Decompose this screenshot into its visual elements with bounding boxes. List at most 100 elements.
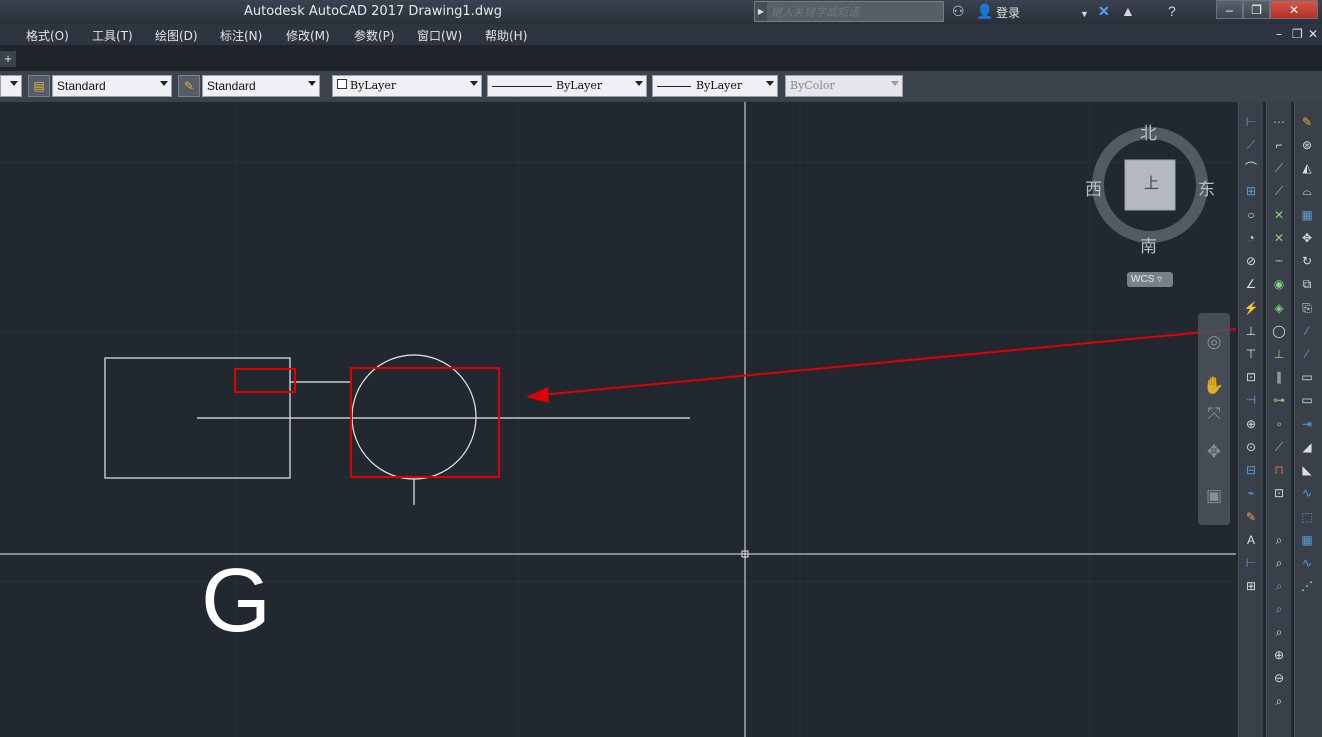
snap-perpendicular-icon[interactable]: ⊥: [1269, 344, 1289, 364]
minimize-button[interactable]: –: [1216, 0, 1243, 19]
zoom-dynamic-icon[interactable]: ⌕: [1269, 553, 1289, 573]
snap-nearest-icon[interactable]: ⟋: [1269, 437, 1289, 457]
new-tab-icon[interactable]: +: [0, 51, 16, 67]
zoom-object-icon[interactable]: ⌕: [1269, 622, 1289, 642]
menu-parametric[interactable]: 参数(P): [354, 27, 395, 44]
zoom-center-icon[interactable]: ⌕: [1269, 599, 1289, 619]
snap-intersection-icon[interactable]: ✕: [1269, 205, 1289, 225]
zoom-in-icon[interactable]: ⊕: [1269, 645, 1289, 665]
snap-parallel-icon[interactable]: ∥: [1269, 367, 1289, 387]
text-style-select[interactable]: Standard: [52, 75, 172, 97]
snap-apparent-icon[interactable]: ✕: [1269, 228, 1289, 248]
zoom-out-icon[interactable]: ⊖: [1269, 668, 1289, 688]
close-button[interactable]: ✕: [1270, 0, 1318, 19]
login-link[interactable]: 登录: [996, 4, 1020, 21]
scale-icon[interactable]: ⧉: [1297, 274, 1317, 294]
fillet-icon[interactable]: ◣: [1297, 460, 1317, 480]
zoom-all-icon[interactable]: ⌕: [1269, 691, 1289, 711]
snap-settings-icon[interactable]: ⊡: [1269, 483, 1289, 503]
lineweight-select[interactable]: ByLayer: [652, 75, 778, 97]
point-icon[interactable]: ⋰: [1297, 576, 1317, 596]
menu-window[interactable]: 窗口(W): [417, 27, 462, 44]
break-at-point-icon[interactable]: ▭: [1297, 367, 1317, 387]
radius-dim-icon[interactable]: ○: [1241, 205, 1261, 225]
dim-style-icon[interactable]: ✎: [178, 75, 200, 97]
zoom-window-icon[interactable]: ⌕: [1269, 530, 1289, 550]
break-icon[interactable]: ▭: [1297, 390, 1317, 410]
doc-minimize-icon[interactable]: –: [1276, 27, 1282, 41]
orbit-icon[interactable]: ✥: [1202, 441, 1226, 463]
menu-help[interactable]: 帮助(H): [485, 27, 527, 44]
zoom-extents-icon[interactable]: ⤧: [1202, 403, 1226, 425]
baseline-dim-icon[interactable]: ⊥: [1241, 321, 1261, 341]
linetype-select[interactable]: ByLayer: [487, 75, 647, 97]
showmotion-icon[interactable]: ▣: [1202, 485, 1226, 507]
snap-insert-icon[interactable]: ⊶: [1269, 390, 1289, 410]
wcs-menu[interactable]: WCS ▿: [1127, 272, 1173, 287]
binoculars-icon[interactable]: ⚇: [952, 3, 965, 20]
spline-edit-icon[interactable]: ∿: [1297, 553, 1317, 573]
menu-format[interactable]: 格式(O): [26, 27, 69, 44]
menu-tools[interactable]: 工具(T): [92, 27, 133, 44]
dim-text-edit-icon[interactable]: A: [1241, 530, 1261, 550]
user-icon[interactable]: 👤: [976, 3, 993, 20]
search-input[interactable]: [769, 3, 943, 21]
dim-edit-icon[interactable]: ✎: [1241, 507, 1261, 527]
offset-icon[interactable]: ⌓: [1297, 181, 1317, 201]
group-icon[interactable]: ▦: [1297, 530, 1317, 550]
exchange-icon[interactable]: ✕: [1098, 3, 1110, 20]
viewcube-north[interactable]: 北: [1140, 119, 1157, 144]
linear-dim-icon[interactable]: ⊢: [1241, 112, 1261, 132]
snap-quadrant-icon[interactable]: ◈: [1269, 298, 1289, 318]
tolerance-icon[interactable]: ⊕: [1241, 414, 1261, 434]
snap-endpoint-icon[interactable]: ⟋: [1269, 158, 1289, 178]
snap-tangent-icon[interactable]: ◯: [1269, 321, 1289, 341]
aligned-dim-icon[interactable]: ⟋: [1241, 135, 1261, 155]
viewcube-west[interactable]: 西: [1085, 175, 1102, 200]
dim-space-icon[interactable]: ⊡: [1241, 367, 1261, 387]
jogged-linear-icon[interactable]: ⌁: [1241, 483, 1261, 503]
diameter-dim-icon[interactable]: ⊘: [1241, 251, 1261, 271]
explode-icon[interactable]: ⬚: [1297, 507, 1317, 527]
viewcube-top-face[interactable]: 上: [1144, 172, 1159, 193]
move-icon[interactable]: ✥: [1297, 228, 1317, 248]
inspect-icon[interactable]: ⊟: [1241, 460, 1261, 480]
jogged-dim-icon[interactable]: ◔: [1241, 228, 1261, 248]
pan-icon[interactable]: ✋: [1202, 375, 1226, 397]
stretch-icon[interactable]: ⎘: [1297, 298, 1317, 318]
join-icon[interactable]: ⇥: [1297, 414, 1317, 434]
continue-dim-icon[interactable]: ⊤: [1241, 344, 1261, 364]
copy-icon[interactable]: ⊛: [1297, 135, 1317, 155]
snap-none-icon[interactable]: ⊓: [1269, 460, 1289, 480]
temp-track-icon[interactable]: ⋯: [1269, 112, 1289, 132]
dim-break-icon[interactable]: ⊣: [1241, 390, 1261, 410]
viewcube-east[interactable]: 东: [1198, 175, 1215, 200]
login-dropdown-icon[interactable]: ▼: [1080, 6, 1089, 23]
restore-button[interactable]: ❐: [1243, 0, 1270, 19]
dim-style-select[interactable]: Standard: [202, 75, 320, 97]
search-box[interactable]: ▶: [754, 1, 944, 22]
menu-dimension[interactable]: 标注(N): [220, 27, 262, 44]
color-select[interactable]: ByLayer: [332, 75, 482, 97]
rotate-icon[interactable]: ↻: [1297, 251, 1317, 271]
dim-update-icon[interactable]: ⊢: [1241, 553, 1261, 573]
doc-close-icon[interactable]: ✕: [1308, 27, 1318, 41]
viewcube-south[interactable]: 南: [1140, 232, 1157, 257]
previous-combo[interactable]: [0, 75, 22, 97]
steering-wheel-icon[interactable]: ◎: [1202, 331, 1226, 353]
extend-icon[interactable]: ⁄: [1297, 344, 1317, 364]
snap-midpoint-icon[interactable]: ⟋: [1269, 181, 1289, 201]
blend-icon[interactable]: ∿: [1297, 483, 1317, 503]
mirror-icon[interactable]: ◭: [1297, 158, 1317, 178]
chamfer-icon[interactable]: ◢: [1297, 437, 1317, 457]
angular-dim-icon[interactable]: ∠: [1241, 274, 1261, 294]
menu-modify[interactable]: 修改(M): [286, 27, 330, 44]
zoom-scale-icon[interactable]: ⌕: [1269, 576, 1289, 596]
doc-restore-icon[interactable]: ❐: [1292, 27, 1303, 41]
text-style-icon[interactable]: ▤: [28, 75, 50, 97]
erase-icon[interactable]: ✎: [1297, 112, 1317, 132]
plot-style-select[interactable]: ByColor: [785, 75, 903, 97]
ordinate-dim-icon[interactable]: ⊞: [1241, 181, 1261, 201]
quick-dim-icon[interactable]: ⚡: [1241, 298, 1261, 318]
dim-style-icon-2[interactable]: ⊞: [1241, 576, 1261, 596]
